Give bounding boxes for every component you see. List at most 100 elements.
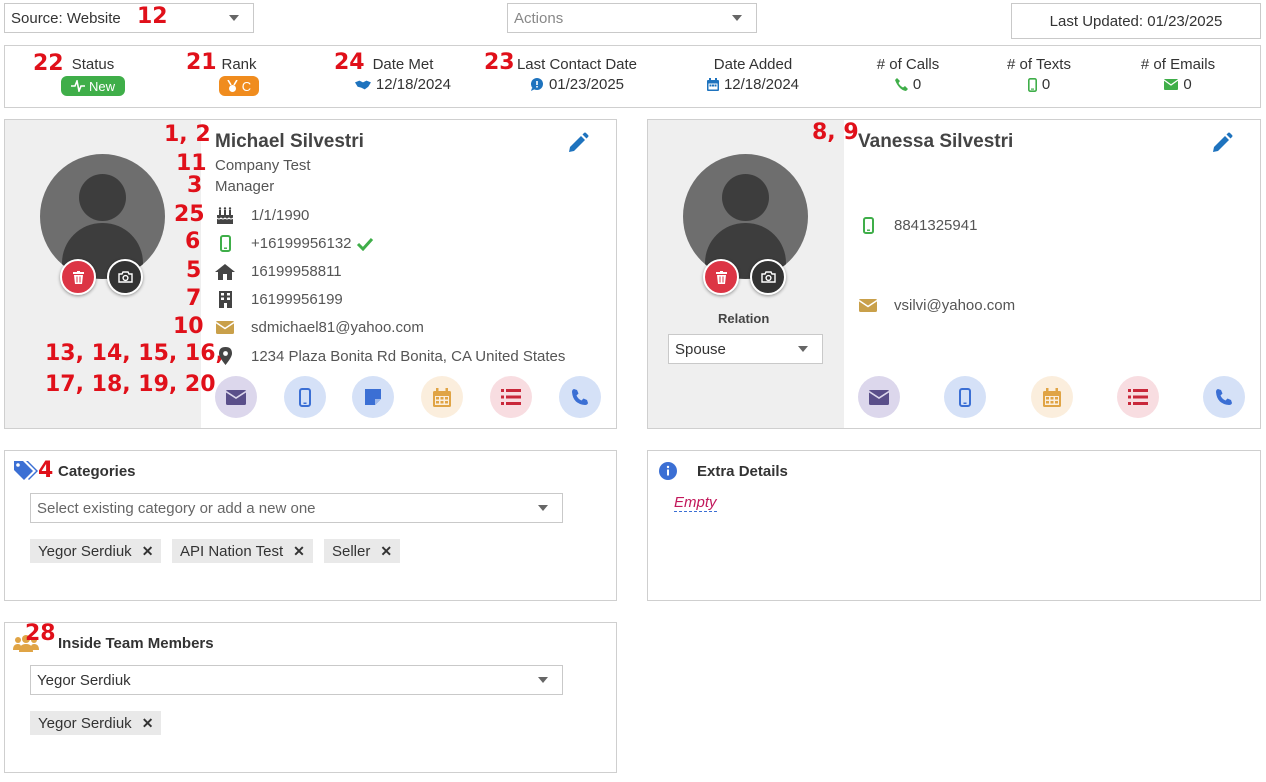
building-icon — [218, 291, 232, 308]
spouse-mobile[interactable]: 8841325941 — [894, 217, 977, 234]
remove-tag-icon[interactable]: ✕ — [293, 543, 305, 560]
annotation-25: 25 — [174, 202, 205, 227]
category-tag: Seller ✕ — [324, 539, 401, 563]
add-note-button[interactable] — [352, 376, 394, 418]
stat-status-label: Status — [71, 56, 115, 73]
envelope-icon — [1164, 79, 1179, 90]
phone-icon — [1216, 389, 1232, 405]
list-icon — [501, 389, 521, 405]
camera-icon — [117, 271, 133, 283]
relation-select[interactable]: Spouse — [668, 334, 823, 364]
remove-tag-icon[interactable]: ✕ — [142, 543, 154, 560]
delete-photo-button[interactable] — [60, 259, 96, 295]
spouse-add-task-button[interactable] — [1117, 376, 1159, 418]
last-updated-text: Last Updated: 01/23/2025 — [1049, 12, 1223, 30]
call-contact-button[interactable] — [559, 376, 601, 418]
contact-title: Manager — [215, 178, 275, 195]
team-member-select-value: Yegor Serdiuk — [37, 671, 131, 689]
spouse-email-row: vsilvi@yahoo.com — [858, 297, 1015, 314]
stat-emails-label: # of Emails — [1140, 56, 1216, 73]
stat-emails-value: 0 — [1183, 76, 1192, 93]
sticky-note-icon — [365, 389, 381, 405]
spouse-schedule-button[interactable] — [1031, 376, 1073, 418]
spouse-avatar[interactable] — [683, 154, 808, 279]
send-email-button[interactable] — [215, 376, 257, 418]
annotation-17-20: 17, 18, 19, 20 — [45, 372, 216, 397]
contact-home-row: 16199958811 — [215, 263, 342, 280]
rank-badge[interactable]: C — [218, 76, 260, 96]
stat-calls-label: # of Calls — [876, 56, 940, 73]
medal-icon — [227, 79, 238, 92]
upload-spouse-photo-button[interactable] — [750, 259, 786, 295]
rank-badge-text: C — [241, 78, 252, 94]
schedule-appointment-button[interactable] — [421, 376, 463, 418]
contact-work-row: 16199956199 — [215, 291, 343, 308]
category-select-placeholder: Select existing category or add a new on… — [37, 499, 316, 517]
trash-icon — [715, 270, 727, 284]
category-tag-label: Yegor Serdiuk — [38, 542, 132, 560]
spouse-email[interactable]: vsilvi@yahoo.com — [894, 297, 1015, 314]
tags-icon — [14, 461, 38, 480]
category-tag-label: API Nation Test — [180, 542, 284, 560]
send-text-button[interactable] — [284, 376, 326, 418]
team-member-tag: Yegor Serdiuk ✕ — [30, 711, 162, 735]
relation-select-value: Spouse — [675, 340, 726, 358]
contact-mobile[interactable]: +16199956132 — [251, 235, 352, 252]
map-pin-icon — [218, 347, 232, 365]
spouse-send-email-button[interactable] — [858, 376, 900, 418]
stat-calls: # of Calls 0 — [868, 56, 948, 93]
annotation-3: 3 — [187, 173, 203, 198]
edit-contact-icon[interactable] — [567, 132, 589, 154]
actions-placeholder: Actions — [514, 9, 564, 27]
extra-details-value[interactable]: Empty — [674, 494, 717, 512]
stat-calls-value: 0 — [912, 76, 922, 93]
phone-icon — [894, 78, 908, 91]
categories-title: Categories — [58, 463, 136, 480]
contact-avatar[interactable] — [40, 154, 165, 279]
camera-icon — [760, 271, 776, 283]
category-select[interactable]: Select existing category or add a new on… — [30, 493, 563, 523]
contact-email[interactable]: sdmichael81@yahoo.com — [251, 319, 424, 336]
stat-rank: Rank C — [210, 56, 268, 96]
annotation-8-9: 8, 9 — [812, 120, 859, 145]
contact-work-phone[interactable]: 16199956199 — [251, 291, 343, 308]
chevron-down-icon — [538, 505, 548, 511]
relation-label: Relation — [718, 311, 770, 326]
source-select[interactable]: Source: Website — [4, 3, 254, 33]
contact-birthday: 1/1/1990 — [251, 207, 310, 224]
actions-select[interactable]: Actions — [507, 3, 757, 33]
stat-last-contact-label: Last Contact Date — [516, 56, 638, 73]
edit-spouse-icon[interactable] — [1211, 132, 1233, 154]
annotation-7: 7 — [186, 286, 202, 311]
remove-tag-icon[interactable]: ✕ — [142, 715, 154, 732]
mobile-icon — [959, 387, 971, 407]
contact-home-phone[interactable]: 16199958811 — [251, 263, 342, 280]
mobile-icon — [219, 235, 231, 252]
spouse-name: Vanessa Silvestri — [858, 131, 1014, 152]
team-members-title: Inside Team Members — [58, 635, 214, 652]
spouse-call-button[interactable] — [1203, 376, 1245, 418]
last-updated-box: Last Updated: 01/23/2025 — [1011, 3, 1261, 39]
stat-emails: # of Emails 0 — [1130, 56, 1226, 93]
contact-email-row: sdmichael81@yahoo.com — [215, 319, 424, 336]
stat-last-contact-value: 01/23/2025 — [548, 76, 625, 93]
trash-icon — [72, 270, 84, 284]
annotation-4: 4 — [38, 458, 54, 483]
contact-address: 1234 Plaza Bonita Rd Bonita, CA United S… — [251, 347, 566, 365]
calendar-icon — [706, 78, 719, 91]
stat-date-added-label: Date Added — [713, 56, 793, 73]
remove-tag-icon[interactable]: ✕ — [380, 543, 392, 560]
stat-texts-value: 0 — [1041, 76, 1051, 93]
spouse-send-text-button[interactable] — [944, 376, 986, 418]
add-task-button[interactable] — [490, 376, 532, 418]
team-member-tag-label: Yegor Serdiuk — [38, 714, 132, 732]
stat-last-contact: Last Contact Date 01/23/2025 — [512, 56, 642, 93]
mobile-icon — [1027, 77, 1037, 92]
status-badge[interactable]: New — [60, 76, 125, 96]
upload-photo-button[interactable] — [107, 259, 143, 295]
annotation-10: 10 — [173, 314, 204, 339]
contact-mobile-row: +16199956132 — [215, 235, 374, 252]
delete-spouse-photo-button[interactable] — [703, 259, 739, 295]
mobile-icon — [299, 387, 311, 407]
team-member-select[interactable]: Yegor Serdiuk — [30, 665, 563, 695]
